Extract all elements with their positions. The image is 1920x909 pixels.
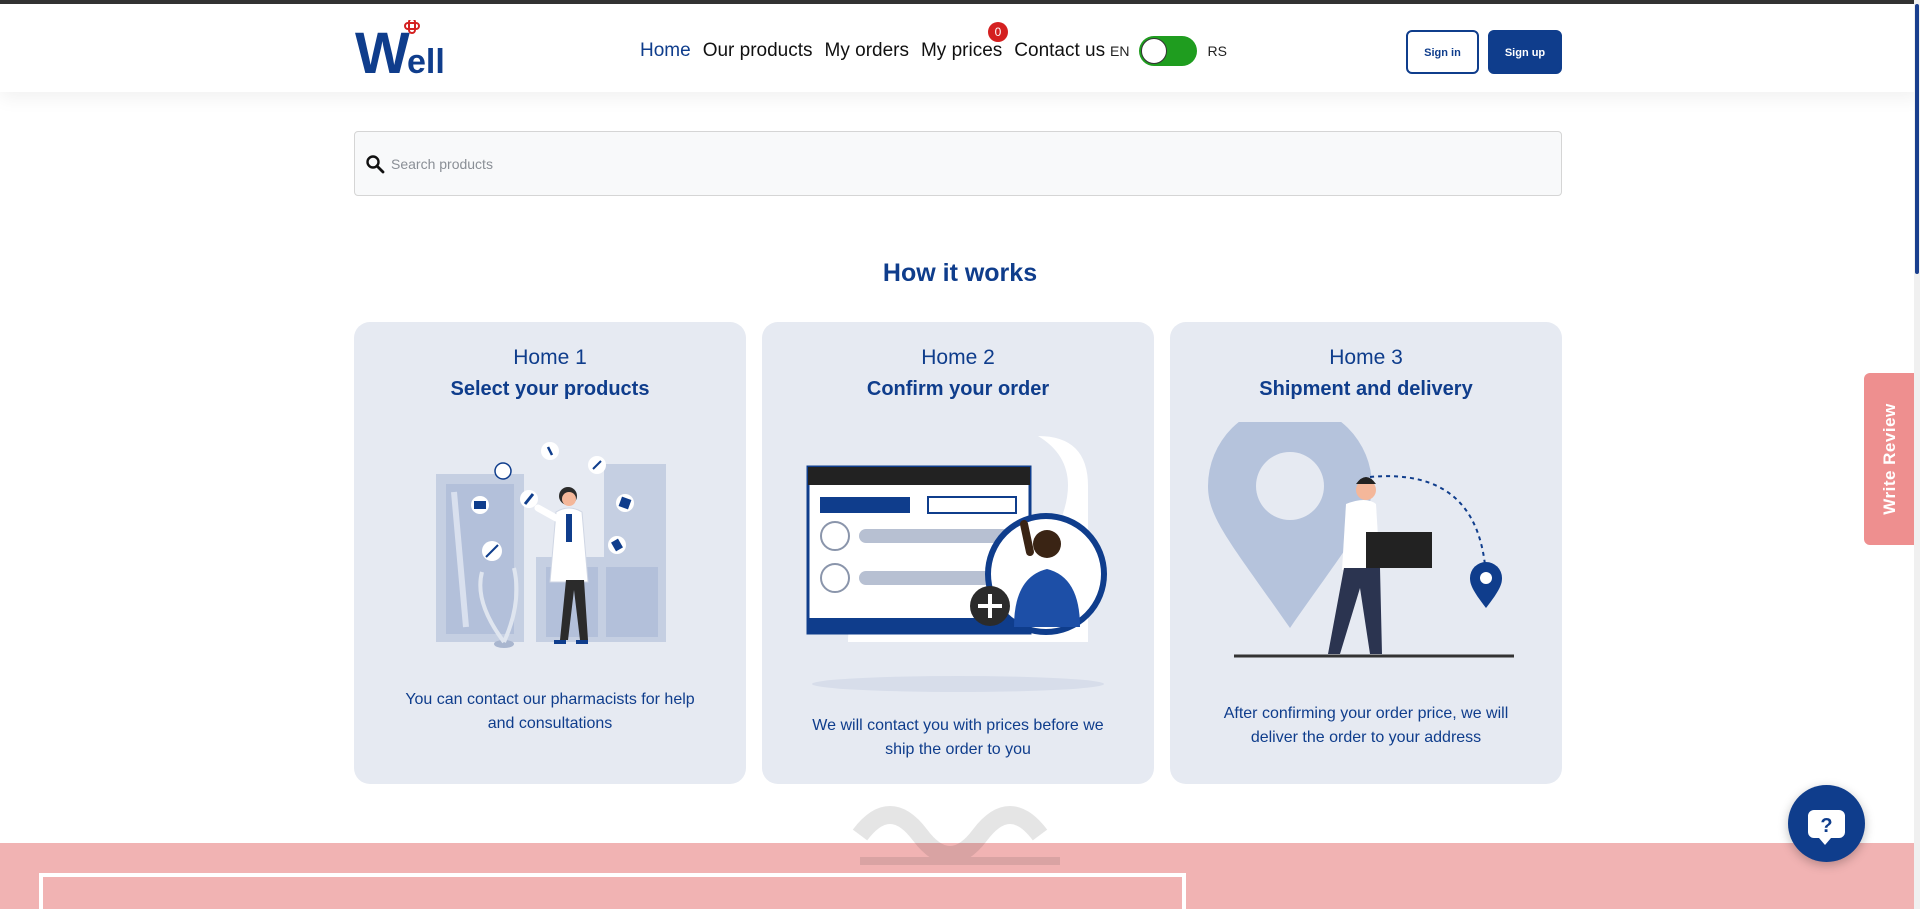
step-description: We will contact you with prices before w…: [812, 717, 1104, 758]
language-toggle[interactable]: [1139, 36, 1198, 66]
nav-our-products[interactable]: Our products: [703, 40, 813, 62]
step-card-2: Home 2 Confirm your order We will contac…: [762, 322, 1154, 784]
nav-my-prices[interactable]: My prices: [921, 40, 1002, 61]
step-number: Home 2: [921, 346, 995, 369]
step-number: Home 3: [1329, 346, 1403, 369]
step-title: Select your products: [450, 378, 650, 400]
search-input[interactable]: [387, 132, 1547, 195]
logo[interactable]: W ell: [355, 18, 465, 86]
write-review-tab[interactable]: Write Review: [1864, 373, 1916, 545]
how-it-works-title: How it works: [882, 259, 1038, 287]
nav-my-prices-wrap[interactable]: My prices 0: [921, 22, 1008, 62]
nav-contact-us[interactable]: Contact us: [1014, 40, 1105, 62]
help-button[interactable]: ?: [1788, 785, 1865, 862]
svg-text:W: W: [355, 21, 410, 80]
site-header: W ell Home Our products My orders My pri…: [0, 4, 1920, 92]
language-switcher: EN RS: [1110, 36, 1227, 66]
pharmacist-illustration-icon: [436, 442, 666, 648]
svg-text:?: ?: [1820, 815, 1832, 837]
watermark-logo-icon: [852, 806, 1060, 865]
step-card-1: Home 1 Select your products You can cont…: [354, 322, 746, 784]
confirm-order-illustration-icon: [806, 436, 1107, 692]
main-nav: Home Our products My orders My prices 0 …: [640, 22, 1105, 62]
step-number: Home 1: [513, 346, 587, 369]
nav-my-orders[interactable]: My orders: [825, 40, 909, 62]
delivery-illustration-icon: [1208, 422, 1514, 658]
page-scrollbar[interactable]: [1914, 0, 1920, 909]
step-description: After confirming your order price, we wi…: [1223, 705, 1509, 746]
toggle-knob: [1141, 38, 1168, 64]
step-card-3: Home 3 Shipment and delivery After confi…: [1170, 322, 1562, 784]
sign-up-button[interactable]: Sign up: [1488, 30, 1562, 74]
sign-in-button[interactable]: Sign in: [1406, 30, 1479, 74]
scrollbar-thumb[interactable]: [1915, 4, 1919, 274]
language-en-label: EN: [1110, 43, 1130, 59]
write-review-label: Write Review: [1880, 403, 1899, 515]
well-logo-icon: W ell: [355, 18, 445, 86]
language-rs-label: RS: [1207, 43, 1227, 59]
search-icon[interactable]: [365, 154, 385, 174]
step-title: Confirm your order: [866, 378, 1050, 400]
nav-home[interactable]: Home: [640, 40, 691, 62]
step-description: You can contact our pharmacists for help…: [405, 691, 695, 732]
help-question-icon: ?: [1808, 810, 1845, 845]
prices-count-badge: 0: [987, 22, 1008, 42]
step-title: Shipment and delivery: [1259, 378, 1473, 400]
search-bar: [354, 131, 1562, 196]
svg-text:ell: ell: [407, 43, 445, 80]
